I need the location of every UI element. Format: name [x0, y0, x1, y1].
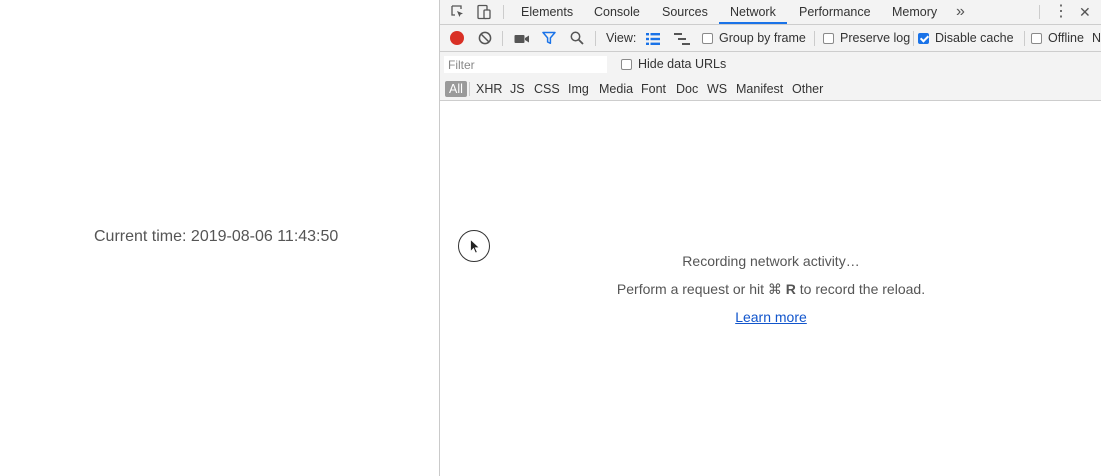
tab-sources[interactable]: Sources — [662, 0, 708, 24]
type-filter-ws[interactable]: WS — [707, 81, 727, 97]
clear-icon[interactable] — [478, 31, 492, 50]
large-rows-icon[interactable] — [646, 32, 660, 50]
type-divider — [469, 82, 470, 96]
group-by-frame-label: Group by frame — [719, 31, 806, 45]
type-filter-img[interactable]: Img — [568, 81, 589, 97]
inspected-page: Current time: 2019-08-06 11:43:50 — [0, 0, 439, 476]
pointer-cursor-icon — [470, 239, 480, 254]
devtools-tabbar: Elements Console Sources Network Perform… — [440, 0, 1101, 25]
reload-hint-key: R — [785, 281, 796, 297]
type-filter-other[interactable]: Other — [792, 81, 823, 97]
type-filter-doc[interactable]: Doc — [676, 81, 698, 97]
cursor-highlight — [458, 230, 490, 262]
more-tabs-icon[interactable]: » — [956, 0, 965, 24]
device-toolbar-icon[interactable] — [476, 4, 492, 20]
learn-more-link[interactable]: Learn more — [735, 309, 807, 325]
type-filter-media[interactable]: Media — [599, 81, 633, 97]
disable-cache-checkbox[interactable] — [918, 33, 929, 44]
tabbar-divider — [503, 5, 504, 19]
filter-bar: Hide data URLs — [440, 52, 1101, 77]
hide-data-urls-label: Hide data URLs — [638, 57, 727, 71]
tab-memory[interactable]: Memory — [892, 0, 937, 24]
recording-status-text: Recording network activity… — [682, 253, 860, 269]
toolbar-divider-2 — [595, 31, 596, 46]
toolbar-divider — [502, 31, 503, 46]
toolbar-divider-5 — [1024, 31, 1025, 46]
type-filter-css[interactable]: CSS — [534, 81, 560, 97]
type-filter-manifest[interactable]: Manifest — [736, 81, 783, 97]
reload-hint-suffix: to record the reload. — [799, 281, 926, 297]
disable-cache-label: Disable cache — [935, 31, 1014, 45]
group-by-frame-checkbox[interactable] — [702, 33, 713, 44]
type-filter-js[interactable]: JS — [510, 81, 525, 97]
tab-performance[interactable]: Performance — [799, 0, 871, 24]
resource-type-bar: All XHR JS CSS Img Media Font Doc WS Man… — [440, 77, 1101, 101]
type-filter-font[interactable]: Font — [641, 81, 666, 97]
learn-more-row: Learn more — [440, 309, 1101, 325]
filter-icon[interactable] — [542, 31, 556, 50]
waterfall-overview-icon[interactable] — [674, 32, 690, 50]
view-label: View: — [606, 31, 637, 45]
toolbar-divider-3 — [814, 31, 815, 46]
tabbar-divider-right — [1039, 5, 1040, 19]
offline-label: Offline — [1048, 31, 1084, 45]
current-time-text: Current time: 2019-08-06 11:43:50 — [94, 228, 339, 245]
type-filter-xhr[interactable]: XHR — [476, 81, 502, 97]
network-toolbar: View: Group by frame Preserve log Disabl… — [440, 25, 1101, 52]
hide-data-urls-checkbox[interactable] — [621, 59, 632, 70]
search-icon[interactable] — [570, 31, 584, 50]
throttling-label-truncated[interactable]: N — [1092, 31, 1101, 45]
offline-checkbox[interactable] — [1031, 33, 1042, 44]
tab-elements[interactable]: Elements — [521, 0, 573, 24]
filter-input[interactable] — [444, 56, 607, 73]
record-icon[interactable] — [450, 31, 464, 45]
kebab-menu-icon[interactable]: ⋮ — [1053, 0, 1069, 24]
close-icon[interactable]: ✕ — [1079, 0, 1091, 24]
tab-network[interactable]: Network — [719, 0, 787, 24]
inspect-element-icon[interactable] — [450, 4, 466, 20]
devtools-panel: Elements Console Sources Network Perform… — [439, 0, 1101, 476]
preserve-log-label: Preserve log — [840, 31, 911, 45]
reload-hint: Perform a request or hit ⌘ R to record t… — [440, 281, 1101, 298]
preserve-log-checkbox[interactable] — [823, 33, 834, 44]
capture-screenshots-icon[interactable] — [514, 32, 530, 50]
type-filter-all[interactable]: All — [445, 81, 467, 97]
tab-console[interactable]: Console — [594, 0, 640, 24]
toolbar-divider-4 — [913, 31, 914, 46]
reload-hint-prefix: Perform a request or hit ⌘ — [616, 281, 782, 297]
